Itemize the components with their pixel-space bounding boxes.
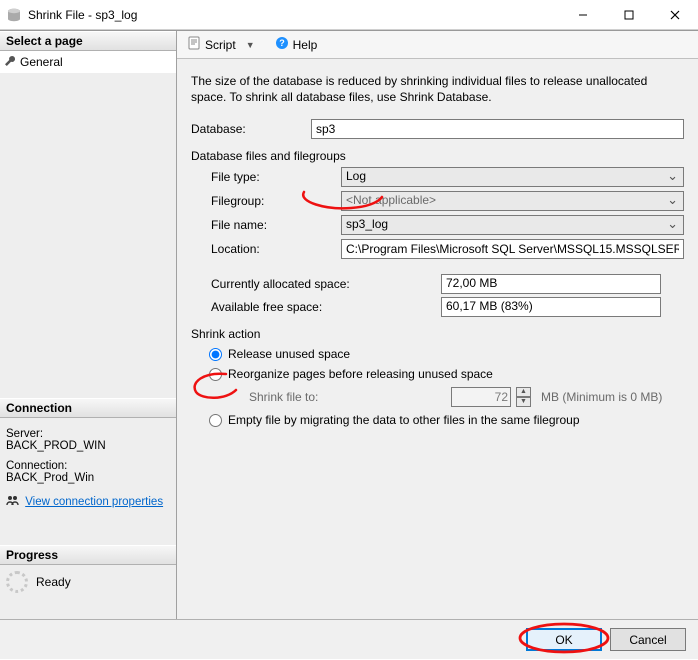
script-button[interactable]: Script: [183, 34, 240, 55]
content-area: The size of the database is reduced by s…: [177, 59, 698, 619]
connection-label: Connection:: [6, 460, 170, 472]
script-icon: [187, 36, 201, 53]
people-icon: [6, 494, 20, 509]
help-label: Help: [293, 38, 318, 52]
title-bar: Shrink File - sp3_log: [0, 0, 698, 30]
app-icon: [6, 7, 22, 23]
shrink-action-label: Shrink action: [191, 327, 684, 341]
sidebar-item-general[interactable]: General: [0, 51, 176, 73]
radio-release-unused[interactable]: Release unused space: [209, 347, 684, 361]
shrink-to-suffix: MB (Minimum is 0 MB): [541, 390, 662, 404]
database-input[interactable]: [311, 119, 684, 139]
footer: OK Cancel: [0, 619, 698, 659]
radio-empty-file-input[interactable]: [209, 414, 222, 427]
script-dropdown-arrow-icon[interactable]: ▼: [244, 40, 257, 50]
filegroup-select: <Not applicable>: [341, 191, 684, 211]
ok-button[interactable]: OK: [526, 628, 602, 651]
radio-empty-file-label: Empty file by migrating the data to othe…: [228, 413, 580, 427]
cancel-button[interactable]: Cancel: [610, 628, 686, 651]
location-label: Location:: [191, 242, 341, 256]
free-label: Available free space:: [191, 300, 441, 314]
spin-up-icon: ▲: [516, 387, 531, 397]
radio-reorganize[interactable]: Reorganize pages before releasing unused…: [209, 367, 684, 381]
wrench-icon: [4, 55, 16, 67]
script-label: Script: [205, 38, 236, 52]
radio-release-unused-input[interactable]: [209, 348, 222, 361]
connection-value: BACK_Prod_Win: [6, 472, 170, 484]
radio-reorganize-input[interactable]: [209, 368, 222, 381]
allocated-label: Currently allocated space:: [191, 277, 441, 291]
files-section-label: Database files and filegroups: [191, 149, 684, 163]
server-label: Server:: [6, 428, 170, 440]
minimize-button[interactable]: [560, 0, 606, 30]
shrink-to-spinner: 72: [451, 387, 511, 407]
file-name-label: File name:: [191, 218, 341, 232]
file-type-label: File type:: [191, 170, 341, 184]
main-panel: Script ▼ ? Help The size of the database…: [177, 31, 698, 619]
connection-header: Connection: [0, 398, 176, 418]
help-button[interactable]: ? Help: [271, 34, 322, 55]
svg-text:?: ?: [279, 38, 285, 48]
shrink-to-label: Shrink file to:: [249, 390, 389, 404]
server-value: BACK_PROD_WIN: [6, 440, 170, 452]
toolbar: Script ▼ ? Help: [177, 31, 698, 59]
help-icon: ?: [275, 36, 289, 53]
spin-down-icon: ▼: [516, 397, 531, 407]
location-input[interactable]: [341, 239, 684, 259]
sidebar: Select a page General Connection Server:…: [0, 31, 177, 619]
maximize-button[interactable]: [606, 0, 652, 30]
progress-spinner-icon: [6, 571, 28, 593]
free-value: 60,17 MB (83%): [441, 297, 661, 317]
radio-release-unused-label: Release unused space: [228, 347, 350, 361]
intro-text: The size of the database is reduced by s…: [191, 73, 684, 105]
allocated-value: 72,00 MB: [441, 274, 661, 294]
view-connection-properties-link[interactable]: View connection properties: [25, 496, 163, 508]
select-page-header: Select a page: [0, 31, 176, 51]
file-name-select[interactable]: sp3_log: [341, 215, 684, 235]
sidebar-item-label: General: [20, 55, 63, 69]
spinner-buttons: ▲▼: [516, 387, 531, 407]
progress-status: Ready: [36, 575, 71, 589]
close-button[interactable]: [652, 0, 698, 30]
connection-info: Server: BACK_PROD_WIN Connection: BACK_P…: [0, 418, 176, 515]
radio-reorganize-label: Reorganize pages before releasing unused…: [228, 367, 493, 381]
filegroup-label: Filegroup:: [191, 194, 341, 208]
database-label: Database:: [191, 122, 311, 136]
window-title: Shrink File - sp3_log: [28, 8, 560, 22]
file-type-select[interactable]: Log: [341, 167, 684, 187]
progress-header: Progress: [0, 545, 176, 565]
radio-empty-file[interactable]: Empty file by migrating the data to othe…: [209, 413, 684, 427]
